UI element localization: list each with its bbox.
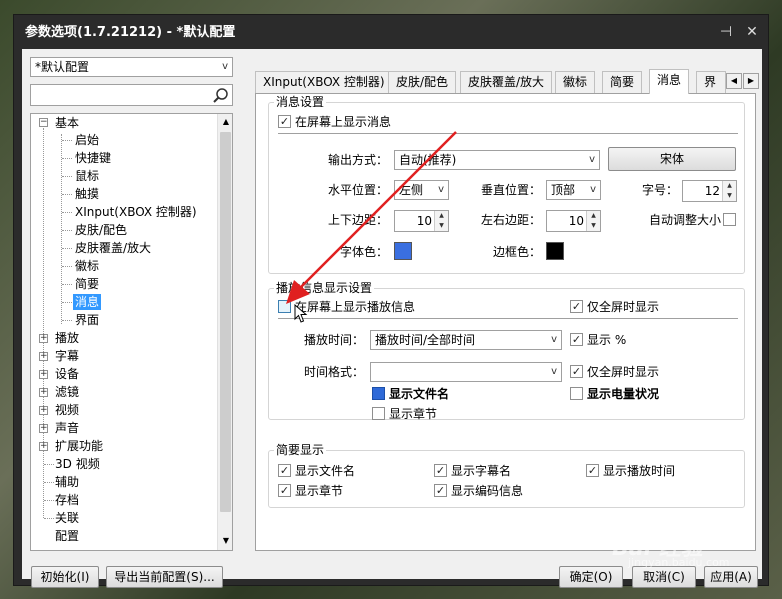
tree-item[interactable]: 触摸	[75, 186, 99, 202]
search-input[interactable]	[30, 84, 233, 106]
init-button[interactable]: 初始化(I)	[31, 566, 99, 588]
profile-select-value: *默认配置	[35, 60, 90, 74]
expand-icon[interactable]: +	[39, 406, 48, 415]
export-config-button[interactable]: 导出当前配置(S)...	[106, 566, 223, 588]
annotation-arrow	[286, 131, 457, 304]
tree-item[interactable]: 声音	[55, 420, 79, 436]
expand-icon[interactable]: +	[39, 442, 48, 451]
tab-message[interactable]: 消息	[649, 69, 690, 94]
ok-button[interactable]: 确定(O)	[559, 566, 623, 588]
tree-item-basic[interactable]: 基本	[55, 115, 79, 131]
tab-xinput[interactable]: XInput(XBOX 控制器)	[255, 71, 393, 93]
tree-item[interactable]: 皮肤覆盖/放大	[75, 240, 151, 256]
profile-select[interactable]: *默认配置 v	[30, 57, 233, 77]
scroll-thumb[interactable]	[220, 132, 231, 512]
window-title: 参数选项(1.7.21212) - *默认配置	[25, 25, 236, 40]
pin-icon[interactable]: ⊣	[718, 23, 734, 41]
apply-button[interactable]: 应用(A)	[704, 566, 758, 588]
tree-item[interactable]: 快捷键	[75, 150, 111, 166]
tree-item[interactable]: 存档	[55, 492, 79, 508]
tree-item[interactable]: 设备	[55, 366, 79, 382]
tree-item[interactable]: 皮肤/配色	[75, 222, 127, 238]
tree-item[interactable]: 视频	[55, 402, 79, 418]
tree-item[interactable]: 配置	[55, 528, 79, 544]
close-icon[interactable]: ✕	[744, 23, 760, 41]
tree-item[interactable]: 简要	[75, 276, 99, 292]
dialog-client: *默认配置 v − 基本 启始 快捷键 鼠标 触摸 XInput(XBOX 控制…	[22, 49, 762, 588]
tab-brief[interactable]: 简要	[602, 71, 643, 93]
tab-ui[interactable]: 界	[696, 71, 726, 93]
scroll-down-icon[interactable]: ▼	[220, 534, 232, 548]
tree-item[interactable]: 鼠标	[75, 168, 99, 184]
tree-item[interactable]: 界面	[75, 312, 99, 328]
preferences-window: 参数选项(1.7.21212) - *默认配置 ⊣ ✕ *默认配置 v − 基本…	[13, 14, 769, 588]
tree-item[interactable]: 3D 视频	[55, 456, 100, 472]
tree-item[interactable]: 关联	[55, 510, 79, 526]
tree-item[interactable]: 滤镜	[55, 384, 79, 400]
tree-item[interactable]: 扩展功能	[55, 438, 103, 454]
chevron-down-icon: v	[222, 61, 228, 72]
tree-item[interactable]: 字幕	[55, 348, 79, 364]
tab-skin[interactable]: 皮肤/配色	[388, 71, 457, 93]
tab-prev-icon[interactable]: ◀	[726, 73, 742, 89]
tab-skin-overlay[interactable]: 皮肤覆盖/放大	[460, 71, 553, 93]
collapse-icon[interactable]: −	[39, 118, 48, 127]
expand-icon[interactable]: +	[39, 352, 48, 361]
tree-item[interactable]: XInput(XBOX 控制器)	[75, 204, 197, 220]
watermark-url: jingyan.baidu.com	[628, 556, 730, 569]
mouse-cursor-icon	[294, 304, 308, 323]
tree-item[interactable]: 辅助	[55, 474, 79, 490]
tree-item[interactable]: 播放	[55, 330, 79, 346]
tab-logo[interactable]: 徽标	[555, 71, 596, 93]
tree-scrollbar[interactable]: ▲ ▼	[217, 114, 232, 550]
title-bar[interactable]: 参数选项(1.7.21212) - *默认配置 ⊣ ✕	[14, 15, 768, 49]
expand-icon[interactable]: +	[39, 370, 48, 379]
cancel-button[interactable]: 取消(C)	[632, 566, 696, 588]
tree-item-selected[interactable]: 消息	[73, 294, 102, 310]
settings-tree[interactable]: − 基本 启始 快捷键 鼠标 触摸 XInput(XBOX 控制器) 皮肤/配色…	[30, 113, 233, 551]
expand-icon[interactable]: +	[39, 388, 48, 397]
expand-icon[interactable]: +	[39, 424, 48, 433]
tab-next-icon[interactable]: ▶	[743, 73, 759, 89]
scroll-up-icon[interactable]: ▲	[220, 115, 232, 129]
tree-item[interactable]: 徽标	[75, 258, 99, 274]
search-icon[interactable]	[212, 87, 229, 104]
tree-item[interactable]: 启始	[75, 132, 99, 148]
expand-icon[interactable]: +	[39, 334, 48, 343]
message-panel: 消息设置 ✓ 在屏幕上显示消息 输出方式： 自动(推荐) v 宋体 水平位置： …	[255, 93, 756, 551]
